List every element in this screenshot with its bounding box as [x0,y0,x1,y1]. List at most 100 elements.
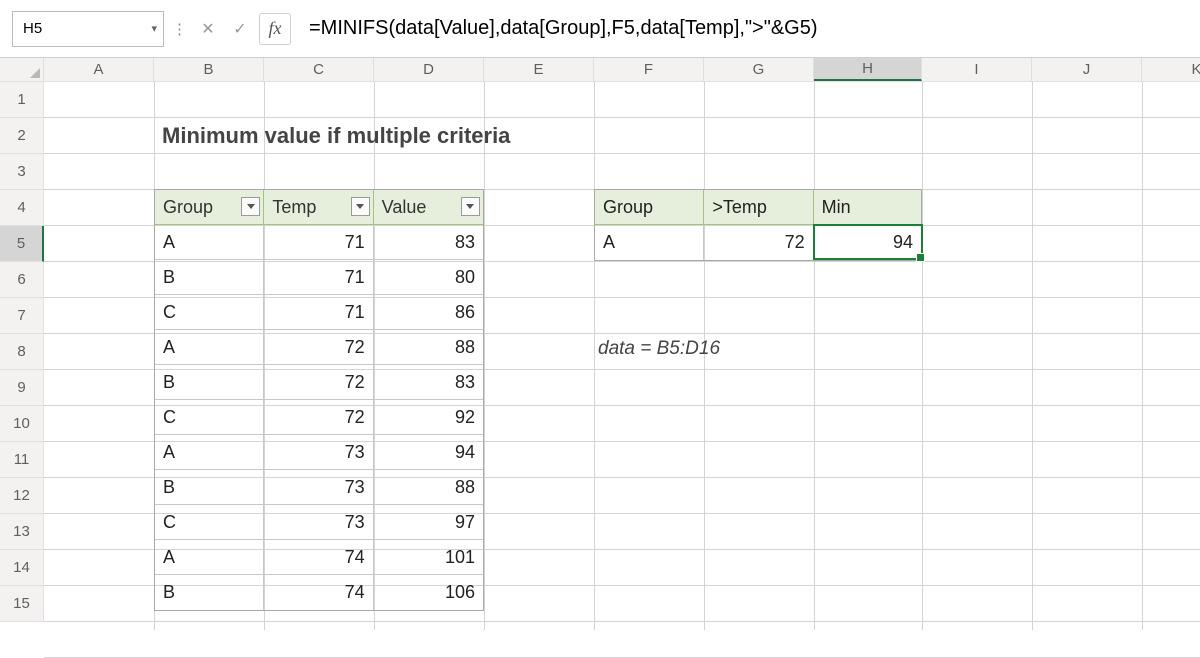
col-header-temp[interactable]: Temp [264,190,373,224]
column-header[interactable]: D [374,58,484,81]
row-header[interactable]: 9 [0,370,43,406]
column-headers: ABCDEFGHIJK [44,58,1200,82]
table-row: C7186 [155,295,483,330]
formula-input[interactable] [297,16,1188,41]
cell[interactable]: A [155,435,264,469]
table-row: B7388 [155,470,483,505]
cell[interactable]: B [155,260,264,294]
table-row: A7288 [155,330,483,365]
row-header[interactable]: 2 [0,118,43,154]
cell[interactable]: 88 [374,470,483,504]
name-box[interactable]: ▾ [12,11,164,47]
column-header[interactable]: I [922,58,1032,81]
col-header-group[interactable]: Group [155,190,264,224]
col-header-group: Group [595,190,704,224]
cell[interactable]: 74 [264,575,373,610]
filter-dropdown-icon[interactable] [351,197,370,216]
row-header[interactable]: 11 [0,442,43,478]
row-header[interactable]: 13 [0,514,43,550]
cell[interactable]: 71 [264,295,373,329]
row-header[interactable]: 12 [0,478,43,514]
column-header[interactable]: J [1032,58,1142,81]
col-header-value[interactable]: Value [374,190,483,224]
cell[interactable]: B [155,365,264,399]
cell[interactable]: 72 [264,330,373,364]
column-header[interactable]: C [264,58,374,81]
table-row: A7394 [155,435,483,470]
table-row: B74106 [155,575,483,610]
cell[interactable]: A [155,330,264,364]
select-all-corner[interactable] [0,58,44,82]
cell-reference-input[interactable] [13,20,163,37]
column-header[interactable]: K [1142,58,1200,81]
cell[interactable]: B [155,470,264,504]
cell[interactable]: 88 [374,330,483,364]
row-header[interactable]: 1 [0,82,43,118]
cell[interactable]: 83 [374,365,483,399]
row-header[interactable]: 15 [0,586,43,622]
page-title: Minimum value if multiple criteria [156,118,596,154]
table-row: C7397 [155,505,483,540]
cell[interactable]: 80 [374,260,483,294]
row-header[interactable]: 14 [0,550,43,586]
cell-grid[interactable]: Minimum value if multiple criteria Group… [44,82,1200,630]
column-header[interactable]: A [44,58,154,81]
cell[interactable]: A [155,540,264,574]
cell[interactable]: 86 [374,295,483,329]
formula-bar: ▾ ⋮ ✕ ✓ fx [0,0,1200,58]
table-header-row: Group >Temp Min [595,190,921,225]
annotation-text: data = B5:D16 [598,338,720,360]
fx-icon[interactable]: fx [259,13,291,45]
separator: ⋮ [170,20,189,38]
cell[interactable]: 71 [264,225,373,259]
cell[interactable]: A [595,225,704,260]
cell[interactable]: 97 [374,505,483,539]
column-header[interactable]: H [814,58,922,81]
table-row: B7283 [155,365,483,400]
cell[interactable]: 83 [374,225,483,259]
cell[interactable]: 101 [374,540,483,574]
row-header[interactable]: 6 [0,262,43,298]
row-header[interactable]: 10 [0,406,43,442]
cell[interactable]: A [155,225,264,259]
cell[interactable]: 71 [264,260,373,294]
cell[interactable]: C [155,295,264,329]
cell[interactable]: 73 [264,435,373,469]
row-headers: 123456789101112131415 [0,82,44,622]
table-row: A 72 94 [595,225,921,260]
cell[interactable]: 94 [814,225,921,260]
confirm-icon[interactable]: ✓ [227,16,253,42]
cell[interactable]: 92 [374,400,483,434]
cell[interactable]: 74 [264,540,373,574]
row-header[interactable]: 8 [0,334,43,370]
cell[interactable]: 73 [264,470,373,504]
column-header[interactable]: B [154,58,264,81]
table-row: A74101 [155,540,483,575]
worksheet: ABCDEFGHIJK 123456789101112131415 Minimu… [0,58,1200,630]
cell[interactable]: 73 [264,505,373,539]
data-table: Group Temp Value A7183B7180C7186A7288B72… [154,189,484,611]
cell[interactable]: 94 [374,435,483,469]
filter-dropdown-icon[interactable] [461,197,480,216]
cell[interactable]: 72 [264,400,373,434]
filter-dropdown-icon[interactable] [241,197,260,216]
column-header[interactable]: F [594,58,704,81]
row-header[interactable]: 4 [0,190,43,226]
cell[interactable]: 106 [374,575,483,610]
col-header-label: Temp [272,197,316,218]
row-header[interactable]: 3 [0,154,43,190]
cell[interactable]: C [155,400,264,434]
cancel-icon[interactable]: ✕ [195,16,221,42]
col-header-label: Value [382,197,427,218]
column-header[interactable]: E [484,58,594,81]
cell[interactable]: C [155,505,264,539]
cell[interactable]: 72 [704,225,813,260]
table-header-row: Group Temp Value [155,190,483,225]
cell[interactable]: 72 [264,365,373,399]
row-header[interactable]: 5 [0,226,44,262]
cell[interactable]: B [155,575,264,610]
column-header[interactable]: G [704,58,814,81]
row-header[interactable]: 7 [0,298,43,334]
chevron-down-icon[interactable]: ▾ [151,22,157,35]
col-header-min: Min [814,190,921,224]
